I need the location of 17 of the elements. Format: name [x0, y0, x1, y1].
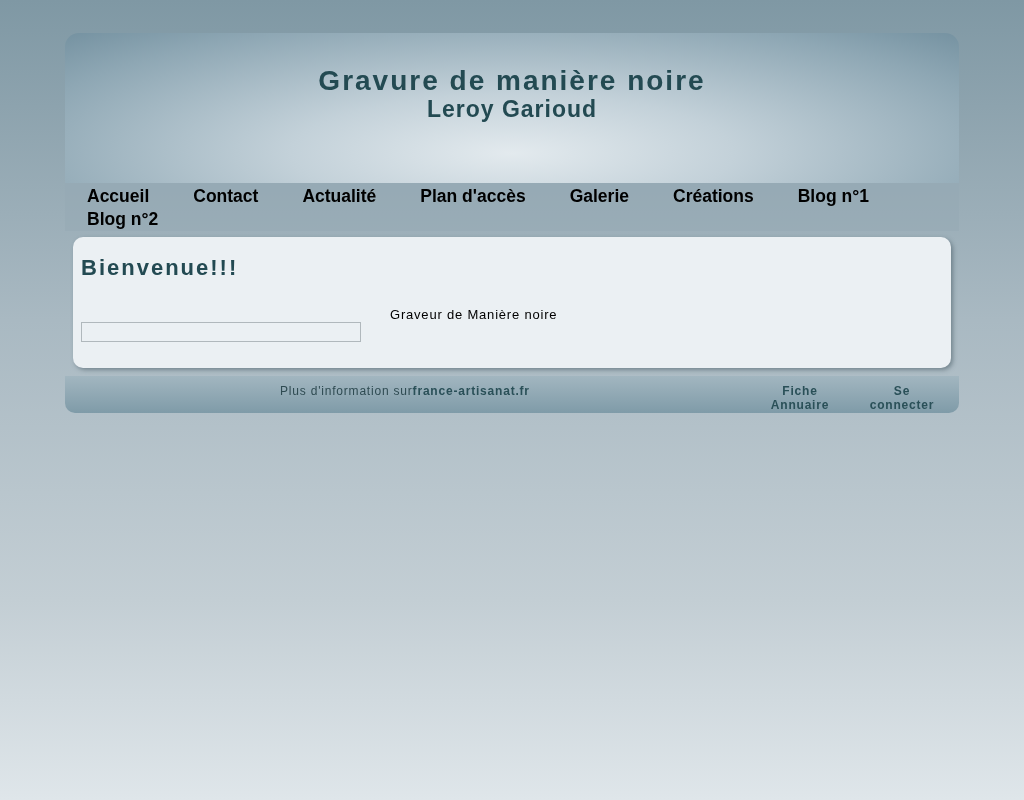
nav-link[interactable]: Blog n°2 — [87, 208, 159, 231]
nav-link[interactable]: Blog n°1 — [797, 185, 869, 208]
nav-link[interactable]: Accueil — [87, 185, 150, 208]
nav-link[interactable]: Galerie — [569, 185, 629, 208]
info-text: Plus d'information sur — [280, 384, 413, 398]
site-title: Gravure de manière noire — [318, 66, 706, 97]
footer-link[interactable]: Fiche Annuaire — [760, 384, 840, 412]
nav-link[interactable]: Créations — [673, 185, 754, 208]
page-heading: Bienvenue!!! — [81, 255, 240, 281]
nav-link[interactable]: Contact — [193, 185, 259, 208]
footer-link[interactable]: Se connecter — [862, 384, 942, 412]
site-subtitle: Leroy Garioud — [426, 96, 598, 123]
input-field[interactable] — [81, 322, 361, 342]
nav-link[interactable]: Actualité — [302, 185, 377, 208]
footer-link[interactable]: france-artisanat.fr — [412, 384, 530, 398]
caption-text: Graveur de Manière noire — [390, 307, 558, 322]
nav-link[interactable]: Plan d'accès — [420, 185, 526, 208]
